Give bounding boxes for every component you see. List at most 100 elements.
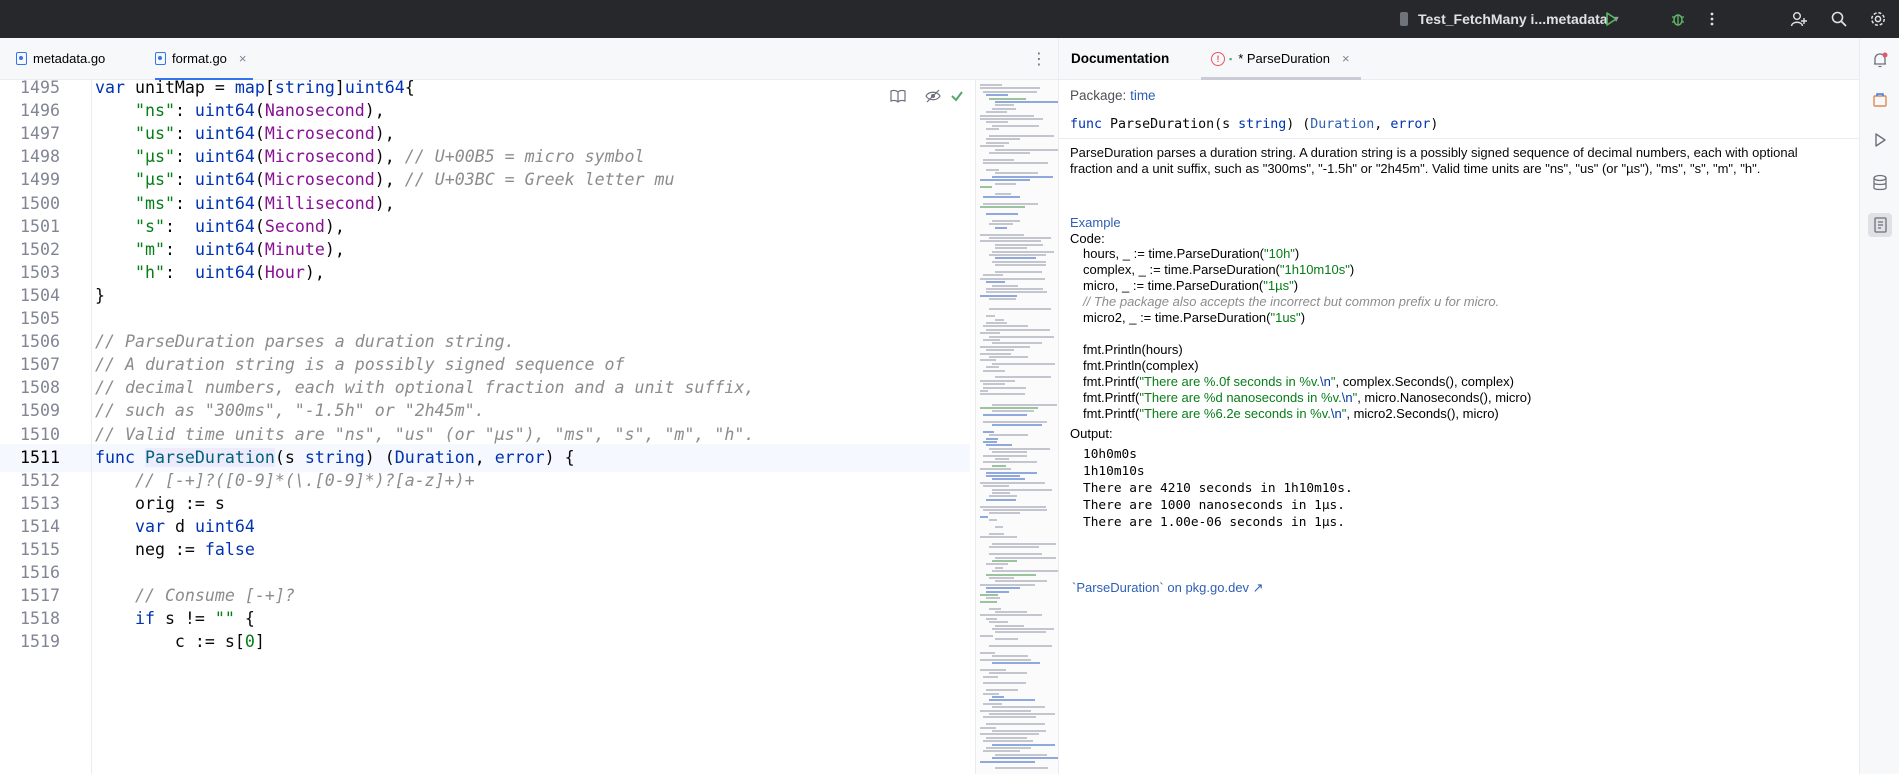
minimap-line (992, 451, 1027, 454)
minimap-line (989, 713, 1055, 715)
minimap-line (995, 243, 1043, 246)
minimap-line (983, 750, 1020, 753)
minimap-line (995, 264, 1046, 267)
minimap-line (995, 580, 1047, 583)
minimap-line (986, 281, 1005, 284)
panel-title: Documentation (1071, 51, 1170, 66)
minimap-line (980, 634, 993, 637)
minimap-line (992, 284, 1018, 287)
tab-parseduration-doc[interactable]: ! ▪ * ParseDuration × (1201, 38, 1361, 80)
signature-return-error[interactable]: error (1390, 117, 1430, 132)
signature-param-type[interactable]: string (1238, 117, 1286, 132)
example-code-line: complex, _ := time.ParseDuration("1h10m1… (1083, 262, 1355, 277)
run-configuration-label: Test_FetchMany i...metadata (1418, 11, 1608, 27)
run-icon[interactable] (1598, 6, 1624, 32)
minimap-line (986, 597, 1000, 600)
package-line: Package: time (1070, 88, 1156, 103)
minimap-line (980, 536, 1017, 539)
minimap-line (980, 733, 1039, 736)
right-tool-strip (1859, 38, 1899, 774)
no-problems-check-icon[interactable] (950, 86, 964, 106)
close-tab-icon[interactable]: × (1342, 51, 1350, 66)
minimap-line (980, 240, 1041, 243)
minimap-line (986, 111, 1007, 114)
minimap-line (980, 594, 998, 596)
code-editor[interactable]: 1495 var unitMap = map[string]uint64{1496… (0, 80, 1058, 774)
code-line[interactable]: 1519 c := s[0] (0, 628, 970, 656)
gutter-separator (91, 80, 92, 774)
minimap-line (989, 447, 1050, 450)
minimap-line (992, 696, 1004, 698)
pkg-go-dev-link[interactable]: `ParseDuration` on pkg.go.dev ↗ (1072, 580, 1264, 596)
minimap-line (980, 393, 1025, 396)
minimap-line (995, 767, 1048, 770)
search-icon[interactable] (1826, 6, 1852, 32)
minimap-line (980, 668, 1006, 671)
minimap-line (995, 556, 1056, 559)
package-link[interactable]: time (1130, 88, 1156, 103)
minimap-line (989, 254, 1046, 256)
minimap-line (986, 498, 1016, 501)
line-number[interactable]: 1519 (0, 628, 60, 656)
tab-metadata-go[interactable]: metadata.go (16, 38, 105, 79)
documentation-tab-bar: Documentation ! ▪ * ParseDuration × (1059, 38, 1859, 80)
add-user-icon[interactable] (1786, 6, 1812, 32)
minimap-line (992, 107, 1016, 110)
minimap-line (995, 257, 1036, 260)
documentation-icon[interactable] (1868, 213, 1892, 237)
example-code-line: hours, _ := time.ParseDuration("10h") (1083, 246, 1300, 261)
minimap-line (989, 519, 997, 522)
minimap-line (983, 454, 1027, 457)
minimap-line (992, 260, 1046, 263)
minimap-line (986, 573, 1036, 576)
minimap-line (995, 376, 1051, 379)
minimap-line (992, 757, 1058, 760)
code-text[interactable]: c := s[0] (95, 628, 265, 656)
settings-icon[interactable] (1865, 6, 1891, 32)
minimap-line (992, 478, 1025, 481)
debug-icon[interactable] (1665, 6, 1691, 32)
run-configuration-selector[interactable]: Test_FetchMany i...metadata ▾ (1400, 0, 1619, 38)
plugin-icon[interactable] (1868, 88, 1892, 112)
minimap-line (983, 461, 1037, 464)
run-panel-icon[interactable] (1868, 128, 1892, 152)
minimap-line (989, 135, 1054, 137)
minimap-line (986, 291, 1047, 294)
minimap-line (989, 699, 1035, 702)
go-file-icon (16, 52, 27, 65)
divider (1059, 138, 1859, 139)
example-code-line: fmt.Println(hours) (1083, 342, 1183, 357)
minimap-line (983, 90, 1037, 93)
minimap-line (986, 322, 1007, 324)
minimap-line (995, 172, 1038, 175)
tabs-more-icon[interactable]: ⋮ (1031, 49, 1047, 69)
minimap-line (992, 543, 1056, 545)
tab-label: metadata.go (33, 51, 106, 66)
close-tab-icon[interactable]: × (239, 51, 247, 66)
minimap-line (992, 175, 1053, 178)
minimap-line (986, 169, 999, 171)
minimap-line (983, 485, 1009, 488)
minimap-line (989, 621, 1008, 624)
minimap-line (986, 128, 999, 131)
minimap-line (980, 651, 995, 654)
tab-format-go[interactable]: format.go × (155, 38, 253, 80)
doc-tab-label: * ParseDuration (1238, 51, 1330, 66)
hide-icon[interactable] (925, 86, 941, 106)
minimap-line (992, 560, 1017, 562)
more-icon[interactable] (1699, 6, 1725, 32)
minimap-line (995, 182, 1016, 185)
database-icon[interactable] (1868, 171, 1892, 195)
minimap-line (980, 87, 1040, 90)
signature-return-type[interactable]: Duration (1310, 117, 1374, 132)
minimap-line (986, 723, 1045, 726)
reader-mode-icon[interactable] (890, 86, 906, 106)
minimap-line (980, 614, 1042, 617)
minimap-line (980, 760, 1035, 763)
code-minimap[interactable] (975, 80, 1058, 774)
minimap-line (980, 359, 996, 362)
function-error-icon: ! (1211, 51, 1225, 66)
lock-icon: ▪ (1229, 53, 1233, 64)
minimap-line (983, 162, 1048, 165)
notifications-icon[interactable] (1868, 48, 1892, 72)
